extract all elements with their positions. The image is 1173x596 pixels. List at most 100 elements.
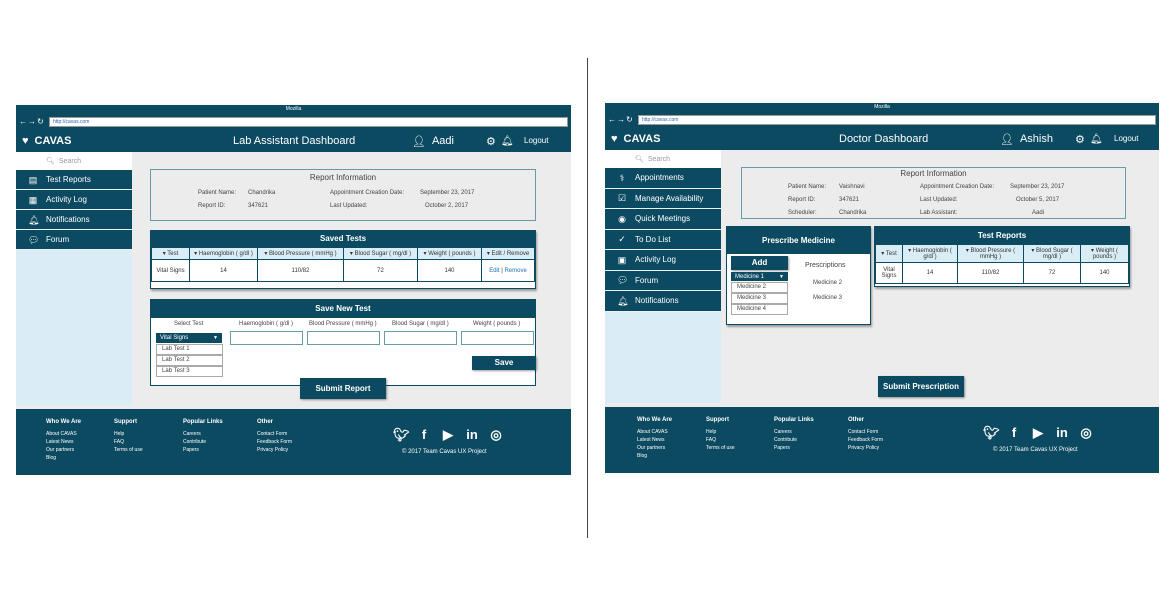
test-type-dropdown[interactable]: Vital Signs ▼ xyxy=(156,333,222,343)
footer-link[interactable]: Privacy Policy xyxy=(257,446,292,454)
col-edit-remove[interactable]: ▾ Edit / Remove xyxy=(481,247,535,260)
footer-link[interactable]: Papers xyxy=(774,444,814,452)
back-arrow-icon[interactable]: ← xyxy=(608,115,616,125)
submit-prescription-button[interactable]: Submit Prescription xyxy=(878,376,964,397)
url-input[interactable]: http://cavas.com xyxy=(49,117,568,127)
logout-button[interactable]: Logout xyxy=(1114,128,1138,150)
col-haemoglobin[interactable]: ▾ Haemoglobin ( g/dl ) xyxy=(902,244,958,263)
footer-link[interactable]: Help xyxy=(706,428,735,436)
sidebar-item-forum[interactable]: 💬︎ Forum xyxy=(16,230,132,250)
footer-link[interactable]: Contribute xyxy=(774,436,814,444)
edit-link[interactable]: Edit xyxy=(489,268,499,274)
footer-link[interactable]: Contact Form xyxy=(848,428,883,436)
brand[interactable]: ♥ CAVAS xyxy=(611,128,660,150)
back-arrow-icon[interactable]: ← xyxy=(19,117,27,127)
medicine-dropdown[interactable]: Medicine 1 ▼ xyxy=(731,272,788,281)
report-information-panel: Report Information Patient Name: Chandri… xyxy=(150,169,536,221)
col-test[interactable]: ▾ Test xyxy=(875,244,903,263)
reload-icon[interactable]: ↻ xyxy=(626,115,633,125)
footer-link[interactable]: Blog xyxy=(637,452,672,460)
footer-link[interactable]: Latest News xyxy=(46,438,81,446)
footer-link[interactable]: About CAVAS xyxy=(46,430,81,438)
footer-link[interactable]: Contact Form xyxy=(257,430,292,438)
dropdown-option[interactable]: Lab Test 3 xyxy=(156,366,223,377)
footer-link[interactable]: Latest News xyxy=(637,436,672,444)
url-input[interactable]: http://cavas.com xyxy=(638,115,1156,125)
dropdown-option[interactable]: Lab Test 2 xyxy=(156,355,223,366)
sidebar-item-notifications[interactable]: 🔔︎ Notifications xyxy=(16,210,132,230)
remove-link[interactable]: Remove xyxy=(504,268,526,274)
footer-link[interactable]: Our partners xyxy=(637,444,672,452)
facebook-icon[interactable]: f xyxy=(1007,425,1021,441)
sidebar-item-quick-meetings[interactable]: ◉ Quick Meetings xyxy=(605,209,721,230)
col-blood-pressure[interactable]: ▾ Blood Pressure ( mmHg ) xyxy=(957,244,1024,263)
linkedin-icon[interactable]: in xyxy=(465,427,479,443)
logout-button[interactable]: Logout xyxy=(524,130,548,152)
twitter-icon[interactable]: 🐦︎ xyxy=(983,425,1000,441)
col-weight[interactable]: ▾ Weight ( pounds ) xyxy=(1080,244,1129,263)
user-profile[interactable]: 👤︎ Ashish xyxy=(1000,128,1053,150)
weight-input[interactable] xyxy=(461,331,534,345)
footer-link[interactable]: Feedback Form xyxy=(848,436,883,444)
footer-link[interactable]: Contribute xyxy=(183,438,223,446)
youtube-icon[interactable]: ▶ xyxy=(441,427,455,443)
col-blood-sugar[interactable]: ▾ Blood Sugar ( mg/dl ) xyxy=(1023,244,1081,263)
search-input[interactable]: 🔍︎ Search xyxy=(16,152,132,170)
dropdown-option[interactable]: Medicine 4 xyxy=(731,304,788,315)
gear-icon[interactable]: ⚙ xyxy=(1075,133,1085,146)
footer-link[interactable]: Feedback Form xyxy=(257,438,292,446)
col-haemoglobin[interactable]: ▾ Haemoglobin ( g/dl ) xyxy=(189,247,258,260)
instagram-icon[interactable]: ◎ xyxy=(489,427,503,443)
sidebar-item-activity-log[interactable]: ▣ Activity Log xyxy=(605,250,721,271)
col-blood-pressure[interactable]: ▾ Blood Pressure ( mmHg ) xyxy=(257,247,344,260)
col-test[interactable]: ▾ Test xyxy=(151,247,190,260)
dropdown-option[interactable]: Lab Test 1 xyxy=(156,344,223,355)
footer-link[interactable]: Privacy Policy xyxy=(848,444,883,452)
browser-titlebar: Mozilla xyxy=(605,103,1159,112)
blood-pressure-input[interactable] xyxy=(307,331,380,345)
haemoglobin-input[interactable] xyxy=(230,331,303,345)
footer-link[interactable]: Papers xyxy=(183,446,223,454)
dropdown-option[interactable]: Medicine 2 xyxy=(731,282,788,293)
footer-heading: Who We Are xyxy=(46,419,82,425)
linkedin-icon[interactable]: in xyxy=(1055,425,1069,441)
brand[interactable]: ♥ CAVAS xyxy=(22,130,71,152)
facebook-icon[interactable]: f xyxy=(417,427,431,443)
forward-arrow-icon[interactable]: → xyxy=(617,115,625,125)
blood-sugar-input[interactable] xyxy=(384,331,457,345)
footer-link[interactable]: Careers xyxy=(183,430,223,438)
footer-link[interactable]: Help xyxy=(114,430,143,438)
sidebar-item-forum[interactable]: 💬︎ Forum xyxy=(605,270,721,291)
footer-link[interactable]: FAQ xyxy=(706,436,735,444)
bell-icon[interactable]: 🔔︎ xyxy=(1090,134,1103,145)
save-button[interactable]: Save xyxy=(472,356,536,370)
twitter-icon[interactable]: 🐦︎ xyxy=(393,427,410,443)
instagram-icon[interactable]: ◎ xyxy=(1079,425,1093,441)
footer-link[interactable]: About CAVAS xyxy=(637,428,672,436)
sidebar-item-test-reports[interactable]: ▤ Test Reports xyxy=(16,170,132,190)
sidebar-item-to-do-list[interactable]: ✓ To Do List xyxy=(605,229,721,250)
col-blood-sugar[interactable]: ▾ Blood Sugar ( mg/dl ) xyxy=(343,247,418,260)
col-weight[interactable]: ▾ Weight ( pounds ) xyxy=(417,247,482,260)
footer-heading: Other xyxy=(848,417,865,423)
gear-icon[interactable]: ⚙ xyxy=(486,135,496,148)
sidebar-item-activity-log[interactable]: ▦ Activity Log xyxy=(16,190,132,210)
search-input[interactable]: 🔍︎ Search xyxy=(605,150,721,168)
footer-link[interactable]: Careers xyxy=(774,428,814,436)
footer-link[interactable]: Terms of use xyxy=(114,446,143,454)
reload-icon[interactable]: ↻ xyxy=(37,117,44,127)
sidebar-item-appointments[interactable]: ⚕ Appointments xyxy=(605,168,721,189)
sidebar-item-manage-availability[interactable]: ☑ Manage Availability xyxy=(605,188,721,209)
add-button[interactable]: Add xyxy=(731,256,788,270)
forward-arrow-icon[interactable]: → xyxy=(28,117,36,127)
footer-link[interactable]: Terms of use xyxy=(706,444,735,452)
sidebar-item-notifications[interactable]: 🔔︎ Notifications xyxy=(605,291,721,312)
user-profile[interactable]: 👤︎ Aadi xyxy=(412,130,454,152)
footer-link[interactable]: Our partners xyxy=(46,446,81,454)
dropdown-option[interactable]: Medicine 3 xyxy=(731,293,788,304)
bell-icon[interactable]: 🔔︎ xyxy=(501,136,514,147)
submit-report-button[interactable]: Submit Report xyxy=(300,378,386,399)
youtube-icon[interactable]: ▶ xyxy=(1031,425,1045,441)
footer-link[interactable]: FAQ xyxy=(114,438,143,446)
footer-link[interactable]: Blog xyxy=(46,454,81,462)
